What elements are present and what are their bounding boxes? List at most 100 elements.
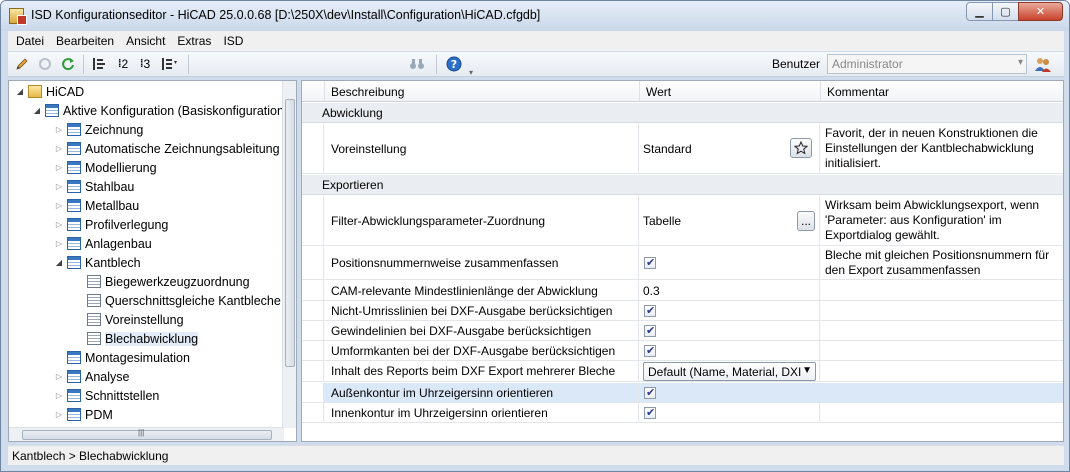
undo-icon[interactable]	[37, 56, 53, 72]
row-value[interactable]: Default (Name, Material, DXI ▼	[640, 361, 820, 381]
menu-extras[interactable]: Extras	[171, 34, 217, 48]
dropdown-arrow-icon[interactable]: ▼	[802, 365, 812, 376]
row-selector[interactable]	[302, 247, 324, 279]
ellipsis-button[interactable]: ...	[797, 211, 815, 231]
tree-item-zeichnung[interactable]: ▷ Zeichnung	[54, 120, 143, 139]
collapsed-arrow-icon[interactable]: ▷	[54, 201, 64, 210]
tree-horizontal-scroll-thumb[interactable]	[22, 428, 272, 440]
users-icon[interactable]	[1034, 55, 1052, 73]
row-voreinstellung[interactable]: Voreinstellung Standard Favorit, der in …	[302, 124, 1063, 174]
row-value[interactable]: Standard	[640, 124, 820, 173]
user-combo[interactable]: Administrator	[827, 54, 1027, 74]
pencil-icon[interactable]	[14, 56, 30, 72]
help-icon[interactable]: ?	[445, 56, 463, 72]
level-3-icon[interactable]: ⁞ 3	[136, 56, 154, 72]
tree-item-metallbau[interactable]: ▷ Metallbau	[54, 196, 139, 215]
expanded-arrow-icon[interactable]: ◢	[32, 106, 42, 115]
tree-item-pdm[interactable]: ▷ PDM	[54, 405, 113, 424]
level-all-icon[interactable]	[159, 56, 179, 72]
checkbox[interactable]	[644, 304, 656, 317]
expanded-arrow-icon[interactable]: ◢	[54, 258, 64, 267]
row-innenkontur[interactable]: Innenkontur im Uhrzeigersinn orientieren	[302, 403, 1063, 423]
binoculars-icon[interactable]	[408, 56, 426, 72]
level-2-icon[interactable]: ⁞ 2	[114, 56, 132, 72]
tree-item-biegewerkzeugzuordnung[interactable]: Biegewerkzeugzuordnung	[87, 272, 250, 291]
row-selector[interactable]	[302, 124, 324, 173]
row-aussenkontur[interactable]: Außenkontur im Uhrzeigersinn orientieren	[302, 383, 1063, 403]
checkbox[interactable]	[644, 406, 656, 419]
menu-isd[interactable]: ISD	[217, 34, 249, 48]
refresh-icon[interactable]	[60, 56, 76, 72]
header-comment[interactable]: Kommentar	[821, 81, 1063, 102]
row-gewindelinien[interactable]: Gewindelinien bei DXF-Ausgabe berücksich…	[302, 321, 1063, 341]
row-value[interactable]: 0.3	[640, 281, 820, 300]
header-description[interactable]: Beschreibung	[325, 81, 640, 102]
row-value[interactable]	[640, 321, 820, 340]
row-filter-zuordnung[interactable]: Filter-Abwicklungsparameter-Zuordnung Ta…	[302, 196, 1063, 246]
collapsed-arrow-icon[interactable]: ▷	[54, 163, 64, 172]
collapsed-arrow-icon[interactable]: ▷	[54, 125, 64, 134]
row-selector[interactable]	[302, 301, 324, 320]
row-value[interactable]	[640, 301, 820, 320]
tree-item-montagesimulation[interactable]: Montagesimulation	[67, 348, 190, 367]
tree-item-modellierung[interactable]: ▷ Modellierung	[54, 158, 157, 177]
collapsed-arrow-icon[interactable]: ▷	[54, 372, 64, 381]
row-selector[interactable]	[302, 196, 324, 245]
tree-label: PDM	[85, 407, 113, 422]
row-positionsnummern[interactable]: Positionsnummernweise zusammenfassen Ble…	[302, 247, 1063, 280]
menu-bearbeiten[interactable]: Bearbeiten	[50, 34, 120, 48]
tree-item-analyse[interactable]: ▷ Analyse	[54, 367, 130, 386]
row-selector[interactable]	[302, 383, 324, 402]
tree-item-profilverlegung[interactable]: ▷ Profilverlegung	[54, 215, 168, 234]
level-1-icon[interactable]	[91, 56, 109, 72]
collapsed-arrow-icon[interactable]: ▷	[54, 239, 64, 248]
tree-item-kantblech[interactable]: ◢ Kantblech	[54, 253, 141, 272]
tree-item-blechabwicklung[interactable]: Blechabwicklung	[87, 329, 199, 348]
row-value[interactable]	[640, 341, 820, 360]
tree-item-schnittstellen[interactable]: ▷ Schnittstellen	[54, 386, 159, 405]
row-value[interactable]: Tabelle ...	[640, 196, 820, 245]
row-selector[interactable]	[302, 403, 324, 422]
favorite-star-button[interactable]	[790, 138, 812, 158]
checkbox[interactable]	[644, 256, 656, 269]
row-report-inhalt[interactable]: Inhalt des Reports beim DXF Export mehre…	[302, 361, 1063, 382]
tree-vertical-scrollbar[interactable]	[282, 81, 296, 428]
expanded-arrow-icon[interactable]: ◢	[15, 87, 25, 96]
checkbox[interactable]	[644, 386, 656, 399]
collapsed-arrow-icon[interactable]: ▷	[54, 182, 64, 191]
tree-item-anlagenbau[interactable]: ▷ Anlagenbau	[54, 234, 152, 253]
toolbar-overflow-icon[interactable]: ▾	[466, 64, 476, 80]
checkbox[interactable]	[644, 344, 656, 357]
tree-vertical-scroll-thumb[interactable]	[285, 99, 295, 367]
tree-item-active-config[interactable]: ◢ Aktive Konfiguration (Basiskonfigurati…	[32, 101, 284, 120]
maximize-button[interactable]: ▢	[992, 2, 1019, 21]
row-selector[interactable]	[302, 341, 324, 360]
tree-item-voreinstellung[interactable]: Voreinstellung	[87, 310, 184, 329]
collapsed-arrow-icon[interactable]: ▷	[54, 410, 64, 419]
minimize-button[interactable]: ▁	[966, 2, 993, 21]
tree-item-hicad[interactable]: ◢ HiCAD	[15, 82, 84, 101]
row-value[interactable]	[640, 403, 820, 422]
row-umformkanten[interactable]: Umformkanten bei der DXF-Ausgabe berücks…	[302, 341, 1063, 361]
collapsed-arrow-icon[interactable]: ▷	[54, 144, 64, 153]
page-icon	[87, 294, 101, 307]
row-selector[interactable]	[302, 361, 324, 381]
tree-horizontal-scrollbar[interactable]	[9, 427, 284, 441]
tree-item-stahlbau[interactable]: ▷ Stahlbau	[54, 177, 134, 196]
row-cam-mindestlinienlaenge[interactable]: CAM-relevante Mindestlinienlänge der Abw…	[302, 281, 1063, 301]
report-dropdown[interactable]: Default (Name, Material, DXI ▼	[643, 361, 816, 381]
row-selector[interactable]	[302, 281, 324, 300]
tree-item-auto-zeichnungsableitung[interactable]: ▷ Automatische Zeichnungsableitung	[54, 139, 280, 158]
collapsed-arrow-icon[interactable]: ▷	[54, 220, 64, 229]
row-value[interactable]	[640, 247, 820, 279]
close-button[interactable]: ✕	[1018, 2, 1063, 21]
row-nicht-umrisslinien[interactable]: Nicht-Umrisslinien bei DXF-Ausgabe berüc…	[302, 301, 1063, 321]
tree-item-querschnittsgleiche[interactable]: Querschnittsgleiche Kantbleche	[87, 291, 281, 310]
checkbox[interactable]	[644, 324, 656, 337]
row-selector[interactable]	[302, 321, 324, 340]
row-value[interactable]	[640, 383, 820, 402]
collapsed-arrow-icon[interactable]: ▷	[54, 391, 64, 400]
menu-datei[interactable]: Datei	[10, 34, 50, 48]
header-value[interactable]: Wert	[640, 81, 821, 102]
menu-ansicht[interactable]: Ansicht	[120, 34, 171, 48]
